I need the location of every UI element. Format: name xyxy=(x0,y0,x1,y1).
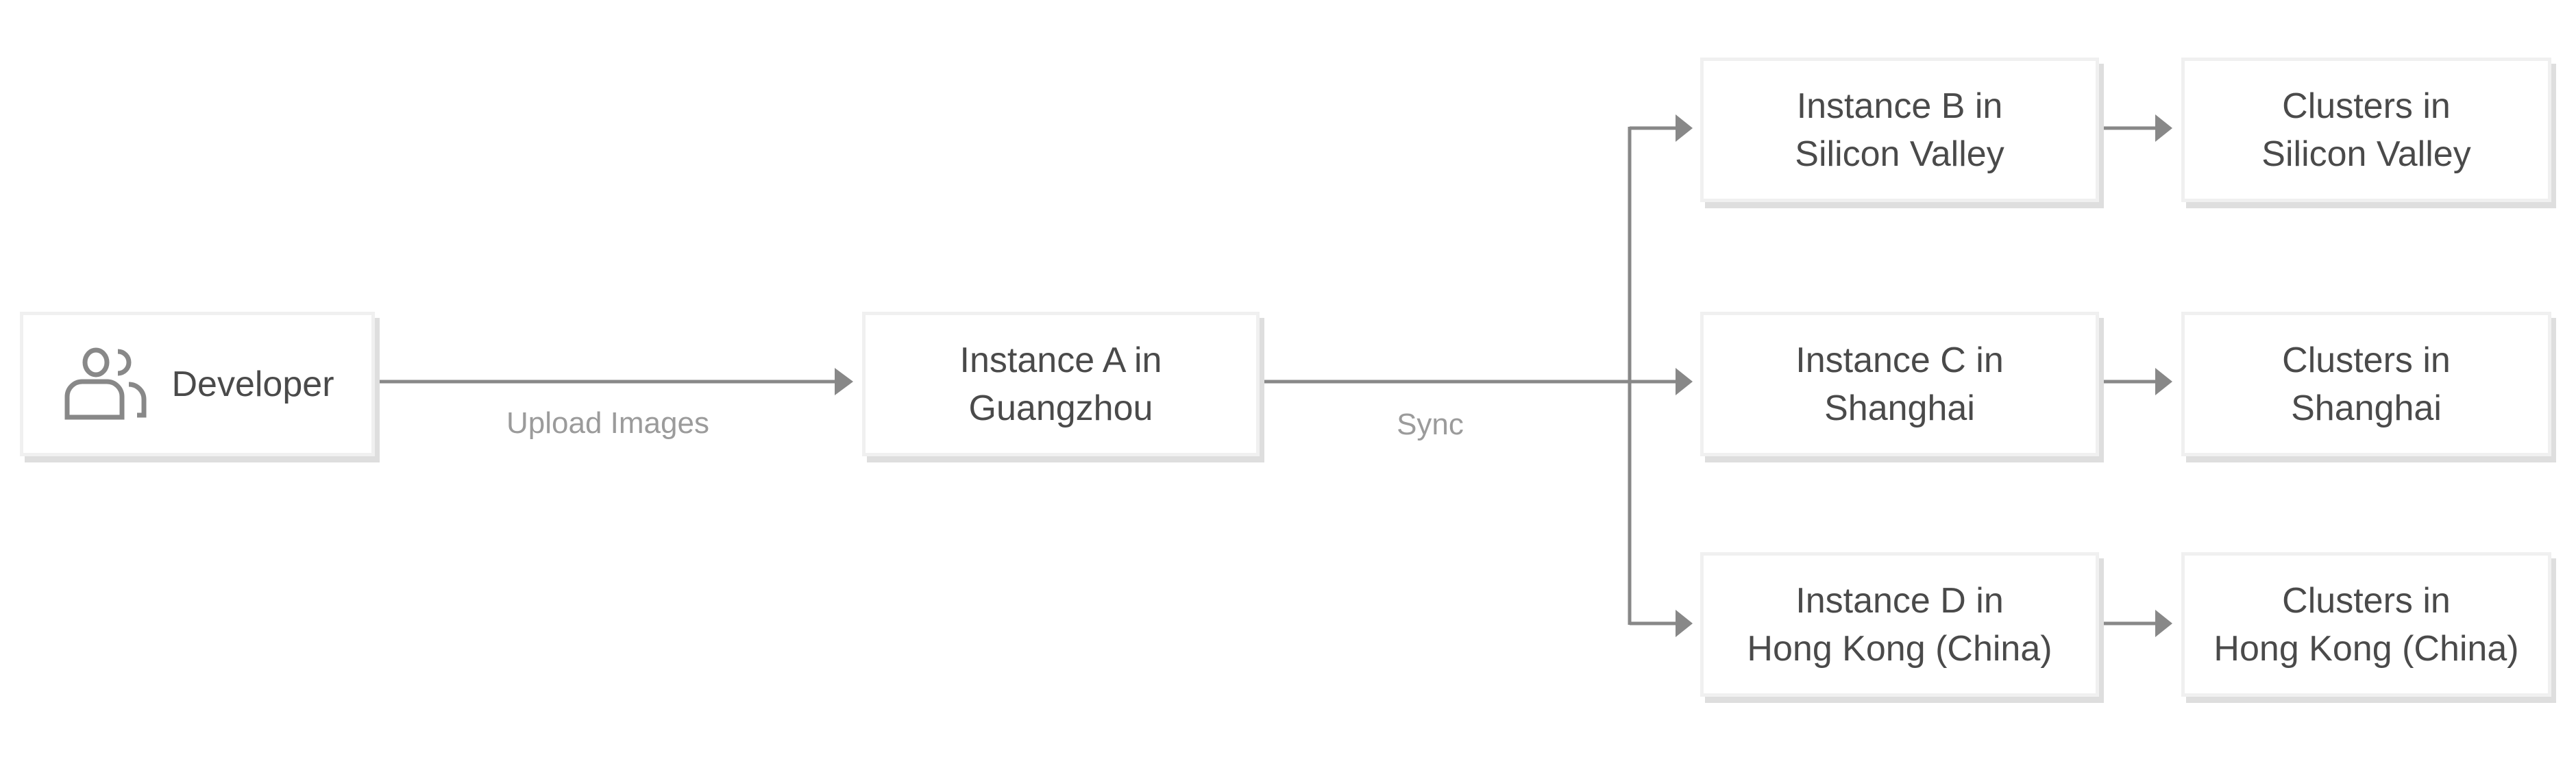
arrowhead-clusters-d xyxy=(2155,610,2172,637)
arrowhead-clusters-c xyxy=(2155,368,2172,395)
arrowhead-b xyxy=(1676,114,1693,142)
clusters-d-node: Clusters in Hong Kong (China) xyxy=(2181,552,2551,697)
instance-b-node: Instance B in Silicon Valley xyxy=(1700,58,2099,202)
clusters-c-node: Clusters in Shanghai xyxy=(2181,312,2551,456)
instance-d-node: Instance D in Hong Kong (China) xyxy=(1700,552,2099,697)
upload-images-label: Upload Images xyxy=(506,406,709,440)
instance-c-node: Instance C in Shanghai xyxy=(1700,312,2099,456)
instance-b-label: Instance B in Silicon Valley xyxy=(1795,86,2004,174)
instance-d-label: Instance D in Hong Kong (China) xyxy=(1747,580,2052,669)
clusters-c-label: Clusters in Shanghai xyxy=(2282,340,2451,428)
arrowhead-d xyxy=(1676,610,1693,637)
instance-a-label: Instance A in Guangzhou xyxy=(959,340,1162,428)
clusters-b-node: Clusters in Silicon Valley xyxy=(2181,58,2551,202)
developer-node: Developer xyxy=(20,312,375,456)
arrow-upload-head xyxy=(835,368,853,395)
users-icon xyxy=(64,347,147,419)
sync-label: Sync xyxy=(1397,408,1464,441)
arrowhead-clusters-b xyxy=(2155,114,2172,142)
instance-c-label: Instance C in Shanghai xyxy=(1795,340,2004,428)
instance-a-node: Instance A in Guangzhou xyxy=(862,312,1260,456)
clusters-b-label: Clusters in Silicon Valley xyxy=(2261,86,2471,174)
clusters-d-label: Clusters in Hong Kong (China) xyxy=(2213,580,2519,669)
developer-label: Developer xyxy=(171,364,334,404)
arrowhead-c xyxy=(1676,368,1693,395)
